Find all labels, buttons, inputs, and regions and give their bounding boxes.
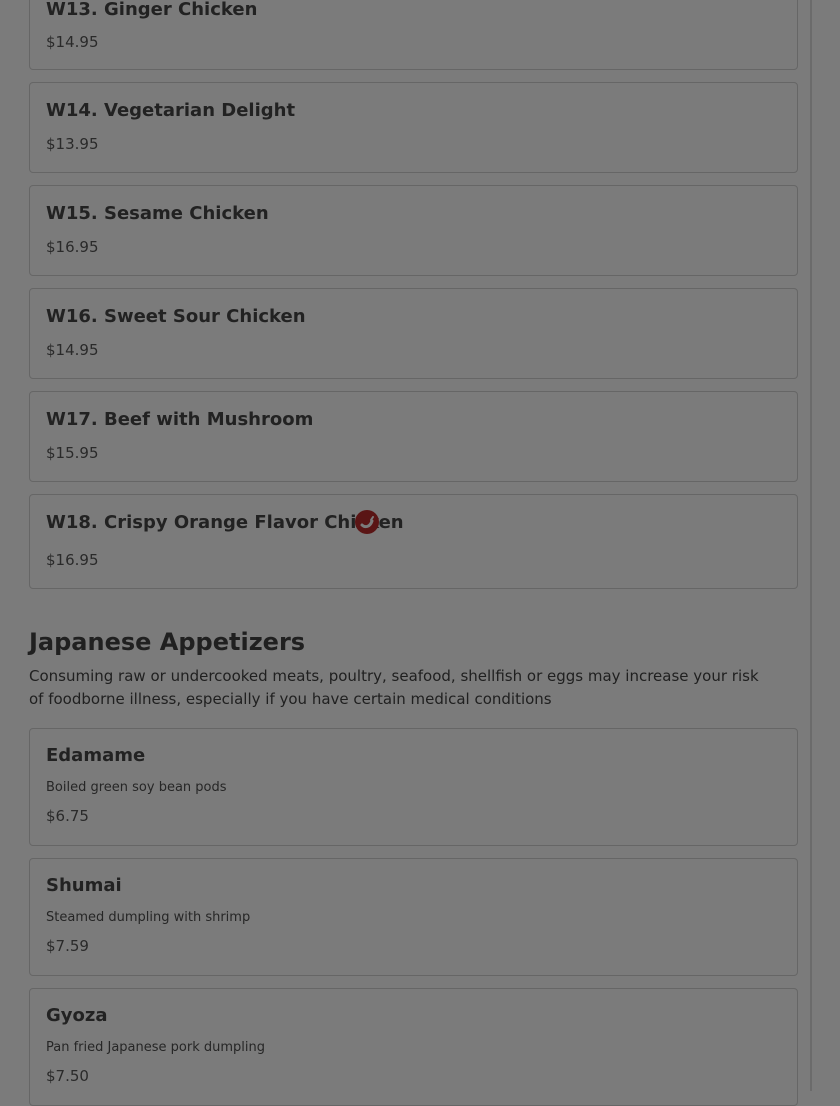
menu-item-price: $6.75	[46, 807, 89, 825]
menu-item-name: Shumai	[46, 875, 122, 896]
menu-item-description: Pan fried Japanese pork dumpling	[46, 1040, 266, 1055]
menu-item-card-w15[interactable]: W15. Sesame Chicken $16.95	[29, 185, 798, 276]
menu-item-card-w14[interactable]: W14. Vegetarian Delight $13.95	[29, 82, 798, 173]
menu-item-card-w16[interactable]: W16. Sweet Sour Chicken $14.95	[29, 288, 798, 379]
menu-item-price: $15.95	[46, 444, 99, 462]
menu-item-price: $7.59	[46, 937, 89, 955]
menu-item-card-w17[interactable]: W17. Beef with Mushroom $15.95	[29, 391, 798, 482]
menu-item-name: W14. Vegetarian Delight	[46, 100, 296, 121]
section-title: Japanese Appetizers	[29, 628, 306, 656]
menu-item-name: W15. Sesame Chicken	[46, 203, 269, 224]
menu-item-price: $14.95	[46, 33, 99, 51]
menu-item-name: W16. Sweet Sour Chicken	[46, 306, 306, 327]
menu-item-name: Gyoza	[46, 1005, 108, 1026]
section-warning-note: Consuming raw or undercooked meats, poul…	[29, 667, 759, 708]
menu-item-price: $14.95	[46, 341, 99, 359]
menu-item-card-shumai[interactable]: Shumai Steamed dumpling with shrimp $7.5…	[29, 858, 798, 976]
menu-page: W13. Ginger Chicken $14.95 W14. Vegetari…	[0, 0, 840, 1106]
menu-item-price: $13.95	[46, 135, 99, 153]
menu-item-price: $16.95	[46, 238, 99, 256]
menu-item-card-gyoza[interactable]: Gyoza Pan fried Japanese pork dumpling $…	[29, 988, 798, 1106]
menu-item-name: W13. Ginger Chicken	[46, 0, 258, 20]
page-edge-divider	[810, 0, 812, 1091]
menu-item-card-w18[interactable]: W18. Crispy Orange Flavor Chicken $16.95	[29, 494, 798, 589]
menu-item-price: $16.95	[46, 551, 99, 569]
menu-item-name: W18. Crispy Orange Flavor Chicken	[46, 512, 404, 533]
menu-item-price: $7.50	[46, 1067, 89, 1085]
menu-item-card-w13[interactable]: W13. Ginger Chicken $14.95	[29, 0, 798, 70]
menu-item-name: Edamame	[46, 745, 146, 766]
menu-item-name: W17. Beef with Mushroom	[46, 409, 314, 430]
menu-item-description: Boiled green soy bean pods	[46, 780, 227, 795]
spicy-pepper-icon	[355, 510, 379, 534]
menu-item-card-edamame[interactable]: Edamame Boiled green soy bean pods $6.75	[29, 728, 798, 846]
menu-item-description: Steamed dumpling with shrimp	[46, 910, 251, 925]
